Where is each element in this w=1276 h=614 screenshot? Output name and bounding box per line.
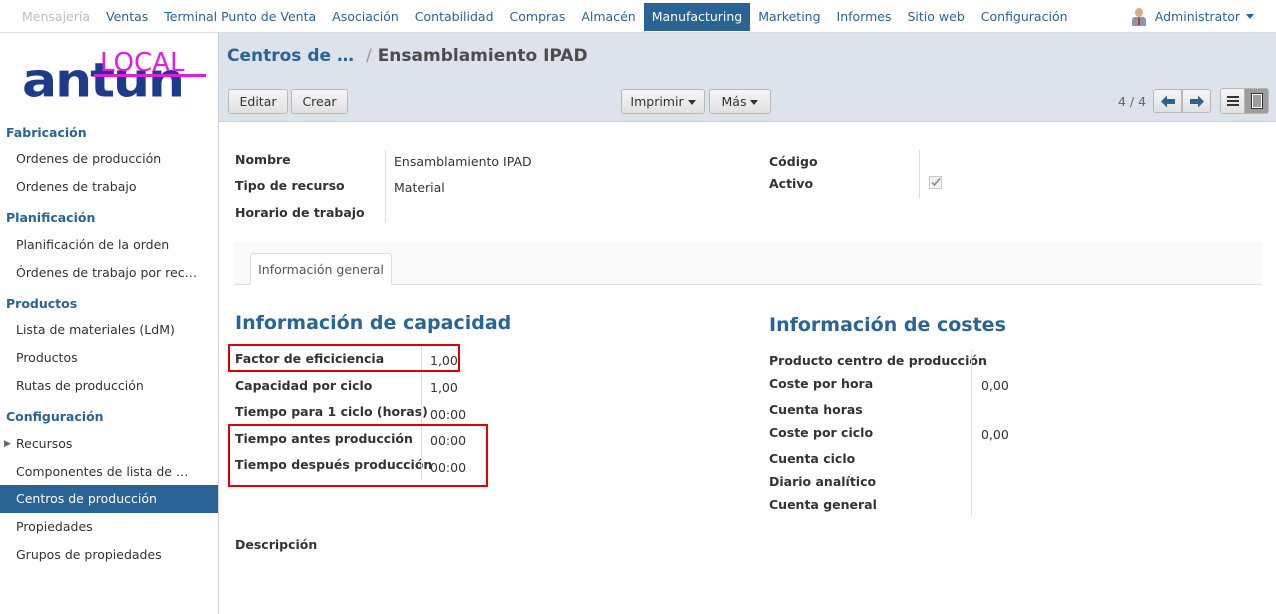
menu-contabilidad[interactable]: Contabilidad [407, 3, 502, 31]
nombre-label: Nombre [235, 152, 291, 167]
top-menu: Mensajería Ventas Terminal Punto de Vent… [14, 0, 1076, 33]
sidebar-item-ordenes-trabajo-recurso[interactable]: Órdenes de trabajo por rec… [0, 259, 218, 287]
caret-down-icon [687, 100, 696, 105]
sidebar-item-ordenes-produccion[interactable]: Ordenes de producción [0, 145, 218, 173]
control-panel: Centros de … / Ensamblamiento IPAD Editar … [219, 33, 1276, 122]
field-divider [971, 350, 972, 516]
sidebar-item-recursos[interactable]: ▶ Recursos [0, 430, 218, 458]
capacity-heading: Información de capacidad [235, 312, 512, 334]
sidebar-item-rutas-produccion[interactable]: Rutas de producción [0, 372, 218, 400]
costs-label: Coste por hora [769, 376, 874, 391]
list-view-button[interactable] [1220, 88, 1245, 114]
sidebar-section-fabricacion: Fabricación [6, 125, 87, 140]
field-divider [385, 150, 386, 222]
create-button[interactable]: Crear [291, 89, 348, 114]
sidebar-item-lista-materiales[interactable]: Lista de materiales (LdM) [0, 316, 218, 344]
company-logo[interactable]: antun LOCAL [22, 43, 212, 115]
form-view-button[interactable] [1244, 88, 1269, 114]
logo-local-overlay: LOCAL [100, 48, 185, 78]
user-menu[interactable]: Administrator [1131, 0, 1254, 33]
costs-value: 0,00 [981, 378, 1009, 393]
costs-label: Cuenta ciclo [769, 451, 856, 466]
sidebar-item-componentes-lista[interactable]: Componentes de lista de … [0, 458, 218, 486]
sidebar-item-productos[interactable]: Productos [0, 344, 218, 372]
sidebar-item-label: Recursos [16, 436, 73, 451]
chevron-down-icon [1246, 14, 1254, 19]
pager-next-button[interactable] [1182, 89, 1211, 113]
costs-value: 0,00 [981, 427, 1009, 442]
menu-asociacion[interactable]: Asociación [324, 3, 407, 31]
sidebar-item-grupos-propiedades[interactable]: Grupos de propiedades [0, 541, 218, 569]
capacity-value: 00:00 [430, 407, 467, 422]
nombre-value: Ensamblamiento IPAD [394, 154, 532, 169]
chevron-right-icon: ▶ [4, 439, 11, 449]
tab-informacion-general[interactable]: Información general [250, 253, 392, 285]
menu-manufacturing[interactable]: Manufacturing [643, 2, 751, 31]
sidebar-item-ordenes-trabajo[interactable]: Ordenes de trabajo [0, 173, 218, 201]
user-name: Administrator [1154, 9, 1240, 24]
sidebar-section-configuracion: Configuración [6, 409, 104, 424]
more-button[interactable]: Más [709, 89, 771, 114]
logo-strike-line [94, 74, 206, 77]
costs-label: Diario analítico [769, 474, 877, 489]
menu-mensajeria[interactable]: Mensajería [14, 3, 98, 31]
capacity-label: Capacidad por ciclo [235, 378, 373, 393]
sidebar-item-propiedades[interactable]: Propiedades [0, 513, 218, 541]
breadcrumb-separator: / [365, 46, 372, 66]
costs-heading: Información de costes [769, 314, 1006, 336]
activo-label: Activo [769, 176, 814, 191]
edit-button[interactable]: Editar [228, 89, 288, 114]
form-icon [1251, 93, 1263, 109]
pager-value: 4 / 4 [1118, 94, 1147, 109]
more-label: Más [721, 94, 747, 109]
tipo-recurso-label: Tipo de recurso [235, 178, 345, 193]
menu-compras[interactable]: Compras [502, 3, 574, 31]
sidebar-item-centros-produccion[interactable]: Centros de producción [0, 485, 218, 513]
top-navbar: Mensajería Ventas Terminal Punto de Vent… [0, 0, 1276, 33]
description-label: Descripción [235, 537, 318, 552]
highlight-box-times [228, 424, 488, 487]
menu-informes[interactable]: Informes [829, 3, 900, 31]
breadcrumb-parent[interactable]: Centros de … [227, 46, 354, 66]
menu-ventas[interactable]: Ventas [98, 3, 156, 31]
breadcrumb: Centros de … / Ensamblamiento IPAD [227, 46, 588, 66]
menu-configuracion[interactable]: Configuración [973, 3, 1076, 31]
capacity-label: Tiempo para 1 ciclo (horas) [235, 404, 428, 419]
capacity-value: 1,00 [430, 380, 458, 395]
field-divider [919, 150, 920, 198]
codigo-label: Código [769, 154, 818, 169]
sidebar-section-planificacion: Planificación [6, 210, 96, 225]
sidebar-item-planificacion-orden[interactable]: Planificación de la orden [0, 231, 218, 259]
activo-checkbox[interactable] [929, 176, 943, 190]
print-label: Imprimir [630, 94, 684, 109]
horario-trabajo-label: Horario de trabajo [235, 205, 365, 220]
avatar [1131, 7, 1147, 26]
costs-label: Cuenta horas [769, 402, 863, 417]
costs-label: Producto centro de producción [769, 353, 987, 368]
costs-label: Coste por ciclo [769, 425, 874, 440]
breadcrumb-current: Ensamblamiento IPAD [377, 46, 588, 66]
menu-terminal-punto-de-venta[interactable]: Terminal Punto de Venta [156, 3, 324, 31]
sidebar-section-productos: Productos [6, 296, 78, 311]
list-icon [1227, 96, 1239, 106]
pager-previous-button[interactable] [1153, 89, 1182, 113]
sidebar: antun LOCAL Fabricación Ordenes de produ… [0, 33, 219, 614]
caret-down-icon [750, 100, 759, 105]
print-button[interactable]: Imprimir [621, 89, 705, 114]
menu-sitio-web[interactable]: Sitio web [900, 3, 973, 31]
menu-almacen[interactable]: Almacén [573, 3, 643, 31]
arrow-right-icon [1190, 95, 1204, 108]
highlight-box-efficiency [228, 344, 460, 372]
menu-marketing[interactable]: Marketing [750, 3, 828, 31]
arrow-left-icon [1161, 95, 1175, 108]
costs-label: Cuenta general [769, 497, 877, 512]
tipo-recurso-value: Material [394, 180, 445, 195]
